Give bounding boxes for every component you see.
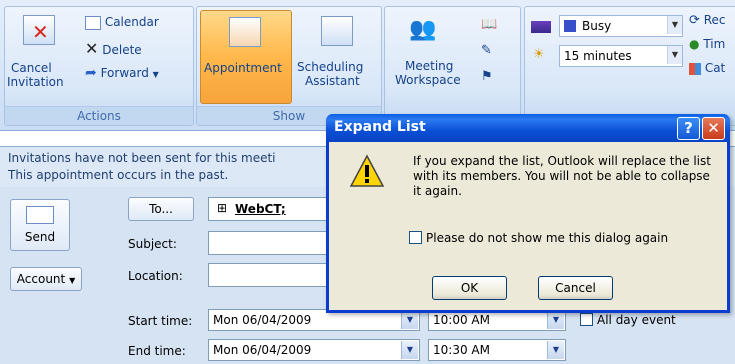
appointment-button[interactable]: Appointment <box>200 10 292 104</box>
ribbon: ✕ Cancel Invitation Calendar ✕ Delete ➦ … <box>0 0 735 131</box>
end-date-value: Mon 06/04/2009 <box>213 343 312 357</box>
response-options-icon[interactable]: ⚑ <box>481 69 493 84</box>
people-icon: 👥 <box>409 17 437 42</box>
categorize-button[interactable]: Cat <box>689 61 725 75</box>
actions-group-label: Actions <box>5 106 193 125</box>
to-field[interactable]: ⊞ WebCT; <box>208 197 332 221</box>
time-zones-button[interactable]: ● Tim <box>689 37 725 51</box>
cancel-invitation-icon: ✕ <box>23 15 55 45</box>
options-group: Busy ▼ ☀ 15 minutes ▼ ⟳ Rec ● Tim Cat <box>524 6 735 126</box>
recurrence-icon: ⟳ <box>689 13 700 28</box>
send-label: Send <box>24 230 56 244</box>
expand-list-icon[interactable]: ⊞ <box>217 201 227 215</box>
dialog-titlebar[interactable]: Expand List ? ✕ <box>326 114 730 142</box>
end-time-select[interactable]: 10:30 AM ▼ <box>428 339 566 361</box>
chevron-down-icon: ▼ <box>401 341 418 359</box>
send-button[interactable]: Send <box>10 199 70 251</box>
recurrence-label: Rec <box>703 13 726 27</box>
warning-icon <box>349 154 385 187</box>
all-day-checkbox[interactable]: All day event <box>580 313 676 327</box>
check-names-icon[interactable]: ✎ <box>481 43 492 58</box>
send-icon <box>26 206 54 224</box>
chevron-down-icon: ▼ <box>667 46 682 64</box>
attendees-group: 👥 Meeting Workspace 📖 ✎ ⚑ <box>384 6 521 126</box>
dont-show-again-label: Please do not show me this dialog again <box>426 231 669 245</box>
scheduling-assistant-button[interactable]: Scheduling Assistant <box>295 10 377 102</box>
cancel-label: Cancel <box>11 61 52 75</box>
delete-icon: ✕ <box>85 39 99 58</box>
help-button[interactable]: ? <box>677 117 700 140</box>
start-time-value: 10:00 AM <box>433 313 490 327</box>
end-time-value: 10:30 AM <box>433 343 490 357</box>
meeting-workspace-button[interactable]: 👥 Meeting Workspace <box>391 13 465 101</box>
assistant-label: Assistant <box>305 74 360 88</box>
chevron-down-icon: ▼ <box>69 276 76 285</box>
appointment-icon <box>229 17 261 47</box>
recurrence-button[interactable]: ⟳ Rec <box>689 13 726 28</box>
categorize-icon <box>689 62 701 75</box>
show-group: Appointment Scheduling Assistant Show <box>196 6 382 126</box>
busy-swatch <box>564 20 576 32</box>
show-as-select[interactable]: Busy ▼ <box>559 15 683 37</box>
calendar-label: Calendar <box>104 15 159 29</box>
cancel-button[interactable]: Cancel <box>538 276 613 300</box>
ok-button[interactable]: OK <box>432 276 507 300</box>
chevron-down-icon: ▼ <box>547 311 564 329</box>
calendar-icon <box>85 15 101 30</box>
forward-label: Forward <box>100 66 149 80</box>
globe-icon: ● <box>689 37 700 51</box>
address-book-icon[interactable]: 📖 <box>481 17 497 32</box>
location-label: Location: <box>128 269 183 283</box>
subject-input[interactable] <box>208 231 332 255</box>
appointment-label: Appointment <box>204 61 282 75</box>
actions-group: ✕ Cancel Invitation Calendar ✕ Delete ➦ … <box>4 6 194 126</box>
invitation-label: Invitation <box>7 75 64 89</box>
end-date-select[interactable]: Mon 06/04/2009 ▼ <box>208 339 420 361</box>
to-button[interactable]: To... <box>128 197 194 221</box>
delete-button[interactable]: ✕ Delete <box>85 39 142 58</box>
calendar-button[interactable]: Calendar <box>85 15 159 30</box>
to-recipient: WebCT; <box>235 202 286 216</box>
show-as-value: Busy <box>582 19 612 33</box>
account-button[interactable]: Account ▼ <box>10 267 82 291</box>
end-time-label: End time: <box>128 344 186 358</box>
scheduling-icon <box>321 16 353 46</box>
reminder-icon: ☀ <box>533 47 545 62</box>
categorize-label: Cat <box>704 61 726 75</box>
chevron-down-icon: ▼ <box>401 311 418 329</box>
chevron-down-icon: ▼ <box>667 16 682 34</box>
forward-icon: ➦ <box>85 65 97 81</box>
account-label: Account <box>16 272 66 286</box>
dialog-message: If you expand the list, Outlook will rep… <box>413 154 711 198</box>
subject-label: Subject: <box>128 237 177 251</box>
time-zones-label: Tim <box>703 37 726 51</box>
start-time-label: Start time: <box>128 314 193 328</box>
expand-list-dialog: Expand List ? ✕ If you expand the list, … <box>326 114 730 313</box>
show-as-icon <box>531 21 551 33</box>
all-day-check-box[interactable] <box>580 313 593 326</box>
location-input[interactable] <box>208 263 332 287</box>
to-button-label: To... <box>149 202 173 216</box>
dont-show-again-row[interactable]: Please do not show me this dialog again <box>409 231 668 245</box>
dont-show-again-checkbox[interactable] <box>409 231 422 244</box>
workspace-label: Workspace <box>395 73 461 87</box>
delete-label: Delete <box>102 43 142 57</box>
chevron-down-icon: ▼ <box>152 70 159 79</box>
start-date-value: Mon 06/04/2009 <box>213 313 312 327</box>
cancel-invitation-button[interactable]: ✕ Cancel Invitation <box>7 11 69 97</box>
meeting-label: Meeting <box>405 59 454 73</box>
reminder-select[interactable]: 15 minutes ▼ <box>559 45 683 67</box>
close-button[interactable]: ✕ <box>702 117 725 140</box>
all-day-label: All day event <box>597 313 676 327</box>
chevron-down-icon: ▼ <box>547 341 564 359</box>
reminder-value: 15 minutes <box>564 49 632 63</box>
forward-button[interactable]: ➦ Forward ▼ <box>85 65 159 81</box>
dialog-title: Expand List <box>334 119 426 135</box>
scheduling-label: Scheduling <box>297 60 364 74</box>
